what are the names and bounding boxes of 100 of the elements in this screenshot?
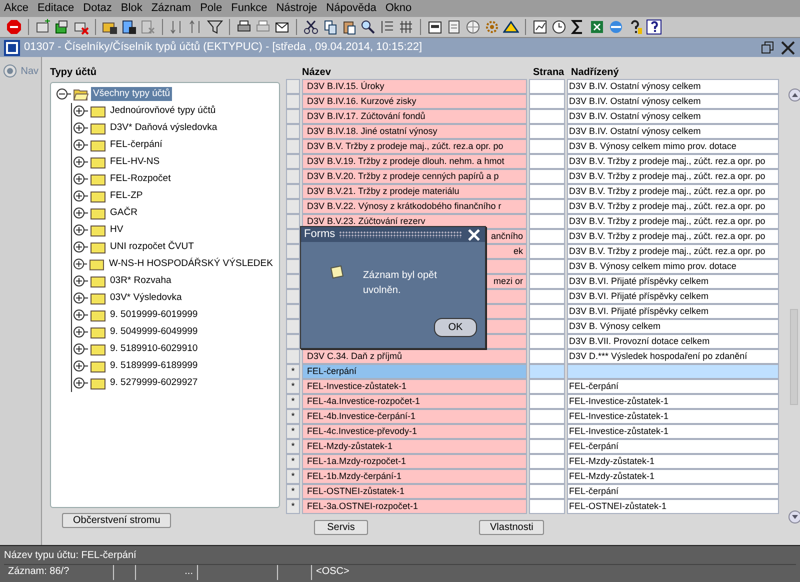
record-indicator[interactable] (286, 319, 300, 334)
side-field[interactable] (529, 79, 565, 94)
parent-field[interactable]: D3V B.V. Tržby z prodeje maj., zúčt. rez.a opr. po (567, 154, 779, 169)
globe-icon[interactable] (465, 19, 481, 35)
record-indicator[interactable]: * (286, 409, 300, 424)
form-icon[interactable] (427, 19, 443, 35)
tree-item[interactable]: 9. 5279999-6029927 (108, 376, 200, 390)
record-indicator[interactable] (286, 109, 300, 124)
expand-icon[interactable] (72, 154, 88, 170)
name-field[interactable]: FEL-3a.OSTNEI-rozpočet-1 (302, 499, 527, 514)
menu-item[interactable]: Okno (385, 0, 412, 17)
expand-icon[interactable] (72, 256, 88, 272)
parent-field[interactable]: D3V B.V. Tržby z prodeje maj., zúčt. rez.a opr. po (567, 214, 779, 229)
expand-icon[interactable] (72, 375, 88, 392)
name-field[interactable]: D3V B.V.20. Tržby z prodeje cenných papírů a p (302, 169, 527, 184)
parent-field[interactable]: D3V B.V. Tržby z prodeje maj., zúčt. rez.a opr. po (567, 229, 779, 244)
side-field[interactable] (529, 424, 565, 439)
chart-icon[interactable] (532, 19, 548, 35)
record-indicator[interactable] (286, 274, 300, 289)
tree-item[interactable]: 9. 5049999-6049999 (108, 325, 200, 340)
record-indicator[interactable] (286, 79, 300, 94)
side-field[interactable] (529, 169, 565, 184)
expand-icon[interactable] (72, 324, 88, 340)
action-button[interactable]: Servis (314, 520, 368, 534)
parent-field[interactable]: FEL-Investice-zůstatek-1 (567, 409, 779, 424)
name-field[interactable]: D3V B.V.22. Výnosy z krátkodobého finančního r (302, 199, 527, 214)
name-field[interactable]: FEL-čerpání (302, 364, 527, 379)
expand-icon[interactable] (72, 188, 88, 204)
name-field[interactable]: D3V B.V.21. Tržby z prodeje materiálu (302, 184, 527, 199)
side-field[interactable] (529, 109, 565, 124)
side-field[interactable] (529, 364, 565, 379)
side-field[interactable] (529, 154, 565, 169)
side-field[interactable] (529, 289, 565, 304)
parent-field[interactable]: D3V B.V. Tržby z prodeje maj., zúčt. rez.a opr. po (567, 199, 779, 214)
restore-icon[interactable] (760, 40, 776, 56)
tree-item[interactable]: 9. 5019999-6019999 (108, 308, 200, 322)
expand-icon[interactable] (72, 307, 88, 324)
document-icon[interactable] (446, 19, 462, 35)
expand-icon[interactable] (72, 290, 88, 306)
tree-item[interactable]: FEL-Rozpočet (108, 172, 173, 186)
record-indicator[interactable]: * (286, 364, 300, 379)
side-field[interactable] (529, 349, 565, 364)
exit-icon[interactable] (6, 19, 22, 35)
parent-field[interactable]: D3V B.VI. Přijaté příspěvky celkem (567, 304, 779, 319)
record-indicator[interactable] (286, 94, 300, 109)
parent-field[interactable]: D3V B.IV. Ostatní výnosy celkem (567, 94, 779, 109)
record-indicator[interactable]: * (286, 454, 300, 469)
parent-field[interactable]: D3V B.VII. Provozní dotace celkem (567, 334, 779, 349)
name-field[interactable]: D3V B.IV.15. Úroky (302, 79, 527, 94)
record-indicator[interactable]: * (286, 499, 300, 514)
tree-item[interactable]: W-NS-H HOSPODÁŘSKÝ VÝSLEDEK (106, 257, 275, 272)
tree-item[interactable]: Jednoúrovňové typy účtů (108, 104, 218, 118)
menu-item[interactable]: Nápověda (326, 0, 376, 17)
tree-item[interactable]: Všechny typy účtů (91, 87, 172, 102)
close-icon[interactable] (780, 40, 796, 56)
name-field[interactable]: D3V B.IV.18. Jiné ostatní výnosy (302, 124, 527, 139)
paste-icon[interactable] (341, 19, 357, 35)
side-field[interactable] (529, 469, 565, 484)
expand-icon[interactable] (72, 171, 88, 188)
side-field[interactable] (529, 304, 565, 319)
parent-field[interactable]: D3V B.V. Tržby z prodeje maj., zúčt. rez.a opr. po (567, 184, 779, 199)
expand-icon[interactable] (72, 205, 88, 222)
record-indicator[interactable] (286, 124, 300, 139)
name-field[interactable]: D3V B.V.19. Tržby z prodeje dlouh. nehm. a hmot (302, 154, 527, 169)
side-field[interactable] (529, 214, 565, 229)
parent-field[interactable]: D3V B.VI. Přijaté příspěvky celkem (567, 274, 779, 289)
name-field[interactable]: FEL-Investice-zůstatek-1 (302, 379, 527, 394)
parent-field[interactable]: D3V B.V. Tržby z prodeje maj., zúčt. rez.a opr. po (567, 244, 779, 259)
expand-icon[interactable] (72, 120, 88, 136)
record-indicator[interactable] (286, 304, 300, 319)
help-icon[interactable] (646, 19, 662, 35)
name-field[interactable]: FEL-4a.Investice-rozpočet-1 (302, 394, 527, 409)
parent-field[interactable]: FEL-Mzdy-zůstatek-1 (567, 454, 779, 469)
expand-icon[interactable] (72, 358, 88, 374)
record-indicator[interactable]: * (286, 439, 300, 454)
copy-icon[interactable] (322, 19, 338, 35)
name-field[interactable]: D3V B.IV.17. Zúčtování fondů (302, 109, 527, 124)
record-indicator[interactable]: * (286, 484, 300, 499)
parent-field[interactable]: D3V B. Výnosy celkem mimo prov. dotace (567, 259, 779, 274)
menu-item[interactable]: Dotaz (83, 0, 112, 17)
side-field[interactable] (529, 394, 565, 409)
tree-item[interactable]: GAČR (108, 206, 140, 220)
tree-item[interactable]: UNI rozpočet ČVUT (108, 240, 196, 254)
spreadsheet-icon[interactable] (589, 19, 605, 35)
expand-icon[interactable] (72, 103, 88, 120)
name-field[interactable]: FEL-Mzdy-zůstatek-1 (302, 439, 527, 454)
record-indicator[interactable] (286, 154, 300, 169)
name-field[interactable]: FEL-1a.Mzdy-rozpočet-1 (302, 454, 527, 469)
side-field[interactable] (529, 244, 565, 259)
parent-field[interactable]: FEL-OSTNEI-zůstatek-1 (567, 499, 779, 514)
record-indicator[interactable]: * (286, 424, 300, 439)
tree-item[interactable]: 9. 5189999-6189999 (108, 359, 200, 374)
tree-item[interactable]: 03R* Rozvaha (108, 274, 174, 288)
menu-item[interactable]: Záznam (151, 0, 192, 17)
parent-field[interactable]: D3V D.*** Výsledek hospodaření po zdanění (567, 349, 779, 364)
tree-item[interactable]: HV (108, 223, 126, 238)
parent-field[interactable]: D3V B.IV. Ostatní výnosy celkem (567, 79, 779, 94)
record-indicator[interactable] (286, 169, 300, 184)
magnifier-icon[interactable] (360, 19, 376, 35)
expand-icon[interactable] (72, 222, 88, 238)
